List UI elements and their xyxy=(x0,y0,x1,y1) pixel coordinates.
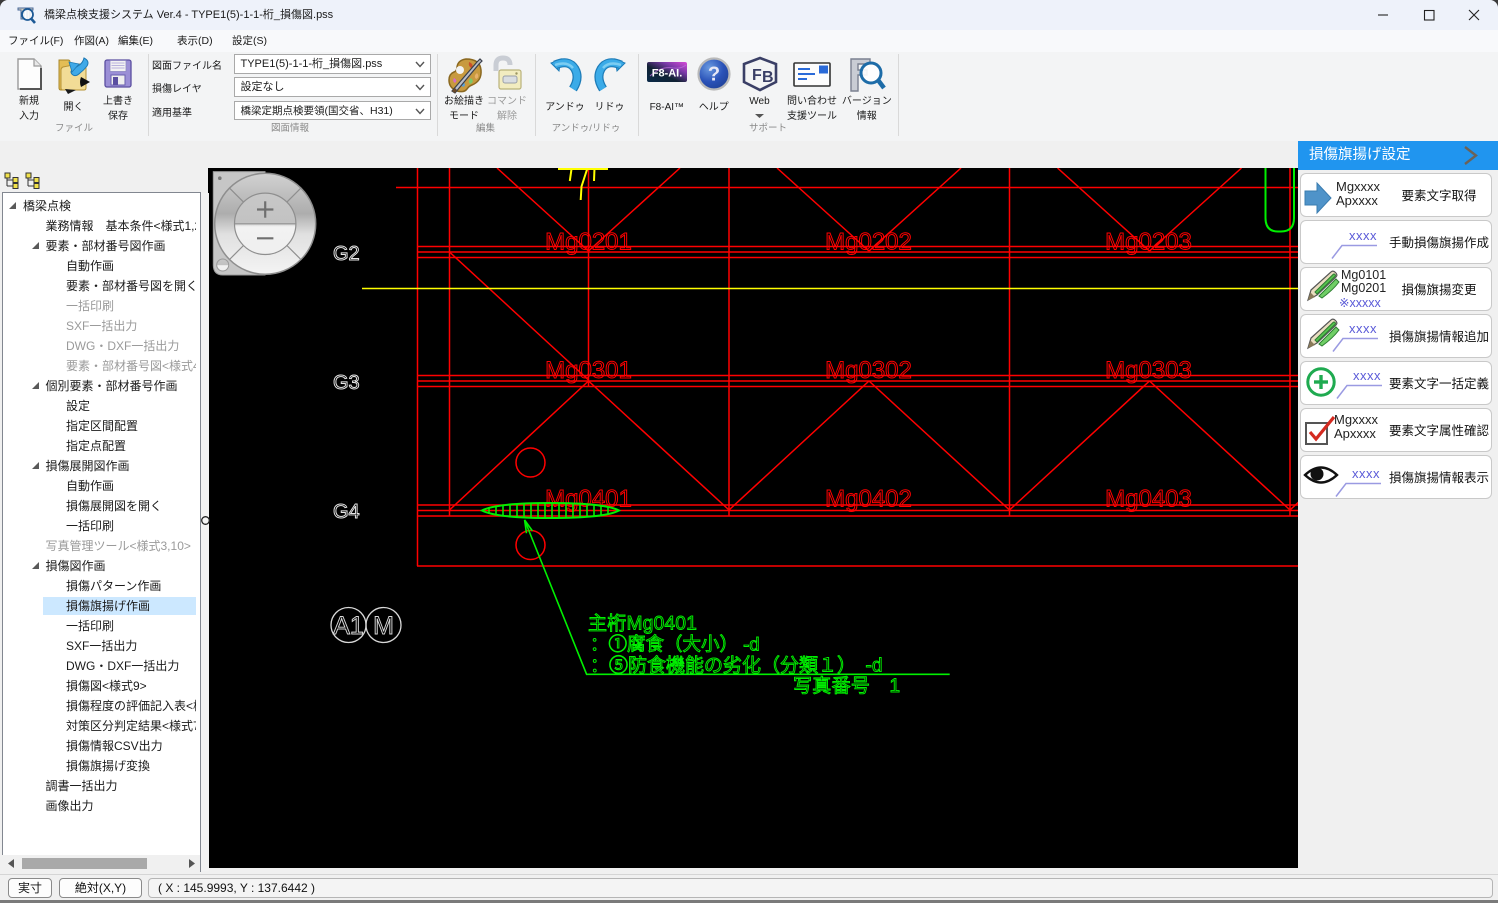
svg-text:：①腐食（大小） -d: ：①腐食（大小） -d xyxy=(590,634,760,655)
svg-text:Mg0203: Mg0203 xyxy=(1105,229,1192,256)
svg-text:Mg0301: Mg0301 xyxy=(545,357,632,384)
svg-text:Mg0302: Mg0302 xyxy=(825,357,912,384)
svg-text:：⑤防食機能の劣化（分類１） -d: ：⑤防食機能の劣化（分類１） -d xyxy=(590,655,882,677)
svg-text:G2: G2 xyxy=(333,243,360,265)
svg-text:F: F xyxy=(752,67,762,84)
svg-text:写真番号 1: 写真番号 1 xyxy=(793,675,900,697)
svg-text:Mg0303: Mg0303 xyxy=(1105,357,1192,384)
svg-text:B: B xyxy=(762,69,774,86)
svg-text:F8-AI.: F8-AI. xyxy=(652,68,683,80)
svg-text:M: M xyxy=(373,612,394,640)
svg-text:G4: G4 xyxy=(333,501,360,523)
svg-text:Mg0402: Mg0402 xyxy=(825,486,912,513)
svg-text:?: ? xyxy=(708,64,720,86)
svg-text:Mg0401: Mg0401 xyxy=(545,486,632,513)
svg-text:Mg0403: Mg0403 xyxy=(1105,486,1192,513)
svg-text:Mg0201: Mg0201 xyxy=(545,229,632,256)
svg-text:Mg0202: Mg0202 xyxy=(825,229,912,256)
svg-text:G3: G3 xyxy=(333,372,360,394)
svg-text:主桁Mg0401: 主桁Mg0401 xyxy=(588,613,697,635)
svg-text:A1: A1 xyxy=(333,612,364,640)
